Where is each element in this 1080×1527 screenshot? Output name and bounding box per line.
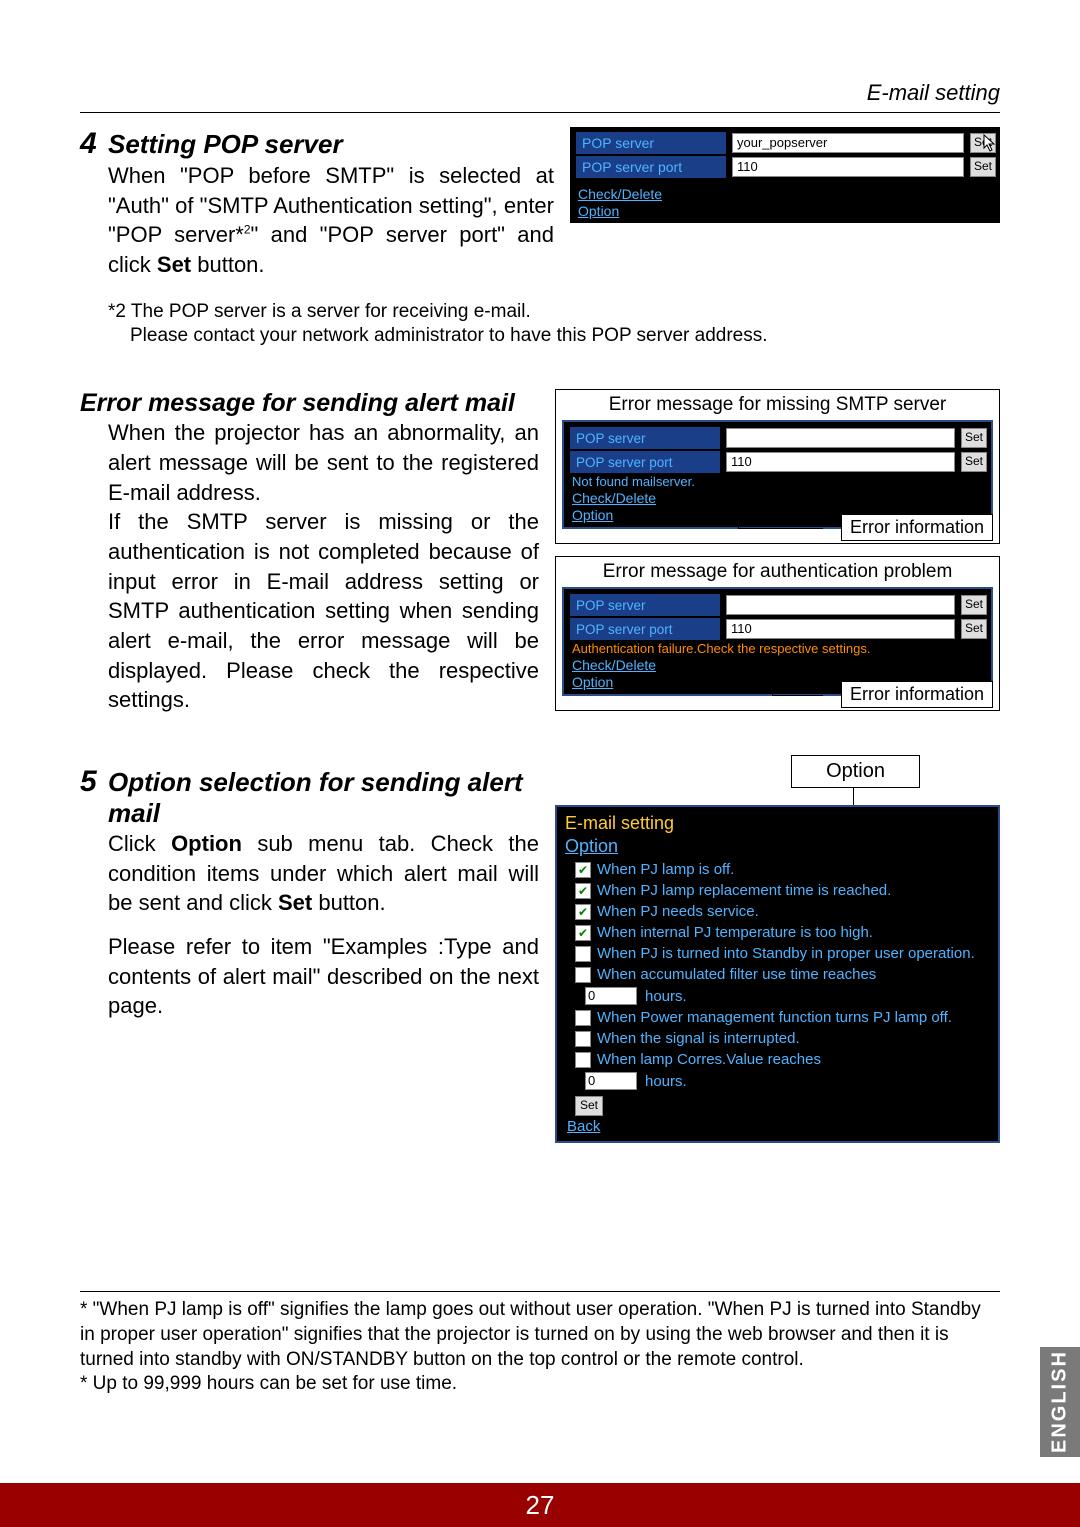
option-panel-hd1: E-mail setting — [565, 813, 990, 834]
option-panel-hd2: Option — [565, 836, 990, 857]
pop-server-input[interactable]: your_popserver — [732, 133, 964, 153]
fig-missing-smtp: Error message for missing SMTP server PO… — [555, 389, 1000, 544]
step5-p2: Please refer to item "Examples :Type and… — [108, 932, 539, 1021]
checkbox-icon[interactable] — [575, 967, 591, 983]
pop-port-label: POP server port — [570, 618, 720, 640]
option-item-label: When accumulated filter use time reaches — [597, 966, 876, 983]
pop-server-label: POP server — [576, 132, 726, 154]
error-p1: When the projector has an abnormality, a… — [108, 418, 539, 507]
error-p2: If the SMTP server is missing or the aut… — [108, 507, 539, 715]
page-number: 27 — [0, 1483, 1080, 1527]
pop-server-label: POP server — [570, 427, 720, 449]
pop-server-input[interactable] — [726, 595, 955, 615]
option-panel: E-mail setting Option ✔ When PJ lamp is o… — [555, 805, 1000, 1143]
pop-port-input[interactable]: 110 — [732, 157, 964, 177]
option-item[interactable]: ✔ When internal PJ temperature is too hig… — [565, 922, 990, 943]
checkbox-icon[interactable] — [575, 946, 591, 962]
step5-p1: Click Option sub menu tab. Check the con… — [108, 829, 539, 918]
option-item-label: When PJ is turned into Standby in proper… — [597, 945, 975, 962]
option-link[interactable]: Option — [576, 202, 996, 219]
hours-label: hours. — [645, 988, 687, 1005]
step5-block: 5 Option selection for sending alert mai… — [80, 765, 1000, 1143]
error-section-title: Error message for sending alert mail — [80, 389, 539, 418]
fig2-caption: Error message for authentication problem — [562, 561, 993, 583]
pop-server-panel: POP server your_popserver Set POP server… — [570, 127, 1000, 223]
lamp-hours-input[interactable]: 0 — [585, 1072, 637, 1090]
hours-label: hours. — [645, 1073, 687, 1090]
error-text: Not found mailserver. — [570, 474, 987, 489]
checkbox-icon[interactable] — [575, 1010, 591, 1026]
step4-note: *2 The POP server is a server for receiv… — [108, 300, 1000, 349]
option-item-label: When the signal is interrupted. — [597, 1030, 800, 1047]
set-button[interactable]: Set — [961, 428, 987, 448]
option-item-label: When Power management function turns PJ … — [597, 1009, 952, 1026]
set-button[interactable]: Set — [970, 133, 996, 153]
error-section: Error message for sending alert mail Whe… — [80, 389, 1000, 715]
option-item-label: When PJ lamp is off. — [597, 861, 734, 878]
option-item[interactable]: When PJ is turned into Standby in proper… — [565, 943, 990, 964]
page-content: E-mail setting 4 Setting POP server When… — [80, 80, 1000, 1467]
pop-server-input[interactable] — [726, 428, 955, 448]
step4-block: 4 Setting POP server When "POP before SM… — [80, 127, 1000, 280]
checkbox-icon[interactable] — [575, 1052, 591, 1068]
check-delete-link[interactable]: Check/Delete — [576, 185, 996, 202]
fig1-caption: Error message for missing SMTP server — [562, 394, 993, 416]
error-info-callout: Error information — [841, 514, 993, 541]
pop-server-label: POP server — [570, 594, 720, 616]
step4-body: When "POP before SMTP" is selected at "A… — [108, 161, 554, 280]
set-button[interactable]: Set — [961, 619, 987, 639]
option-tab-wrap: Option E-mail setting Option ✔ When PJ la… — [555, 765, 1000, 1143]
callout-line — [772, 673, 823, 696]
checkbox-icon[interactable]: ✔ — [575, 883, 591, 899]
option-item[interactable]: ✔ When PJ lamp is off. — [565, 859, 990, 880]
option-item[interactable]: When the signal is interrupted. — [565, 1028, 990, 1049]
check-delete-link[interactable]: Check/Delete — [570, 656, 987, 673]
checkbox-icon[interactable]: ✔ — [575, 904, 591, 920]
option-item[interactable]: When accumulated filter use time reaches — [565, 964, 990, 985]
language-tab: ENGLISH — [1040, 1347, 1080, 1457]
set-button[interactable]: Set — [961, 595, 987, 615]
pop-port-label: POP server port — [576, 156, 726, 178]
pop-port-input[interactable]: 110 — [726, 619, 955, 639]
filter-hours-input[interactable]: 0 — [585, 987, 637, 1005]
footnote-star2: *2 The POP server is a server for receiv… — [108, 300, 1000, 325]
error-text: Authentication failure.Check the respect… — [570, 641, 987, 656]
step-title: Option selection for sending alert mail — [108, 767, 539, 829]
option-item-label: When PJ needs service. — [597, 903, 759, 920]
back-link[interactable]: Back — [565, 1116, 990, 1135]
option-item[interactable]: ✔ When PJ needs service. — [565, 901, 990, 922]
running-header: E-mail setting — [80, 80, 1000, 113]
hours-row: 0 hours. — [565, 985, 990, 1007]
checkbox-icon[interactable]: ✔ — [575, 925, 591, 941]
checkbox-icon[interactable] — [575, 1031, 591, 1047]
set-button[interactable]: Set — [575, 1096, 603, 1116]
footnote-1: * "When PJ lamp is off" signifies the la… — [80, 1298, 1000, 1372]
step5-heading: 5 Option selection for sending alert mai… — [80, 765, 539, 829]
step4-heading: 4 Setting POP server — [80, 127, 554, 161]
check-delete-link[interactable]: Check/Delete — [570, 489, 987, 506]
option-item[interactable]: When lamp Corres.Value reaches — [565, 1049, 990, 1070]
set-button[interactable]: Set — [970, 157, 996, 177]
fig-auth-problem: Error message for authentication problem… — [555, 556, 1000, 711]
hours-row: 0 hours. — [565, 1070, 990, 1092]
footnote-star2-sub: Please contact your network administrato… — [130, 324, 1000, 349]
option-tab-callout: Option — [791, 755, 920, 788]
set-button[interactable]: Set — [961, 452, 987, 472]
step-number: 4 — [80, 127, 108, 161]
option-item[interactable]: ✔ When PJ lamp replacement time is reache… — [565, 880, 990, 901]
option-item-label: When internal PJ temperature is too high… — [597, 924, 873, 941]
option-item-label: When PJ lamp replacement time is reached… — [597, 882, 891, 899]
error-info-callout: Error information — [841, 681, 993, 708]
footnotes: * "When PJ lamp is off" signifies the la… — [80, 1291, 1000, 1397]
pop-port-input[interactable]: 110 — [726, 452, 955, 472]
footnote-2: * Up to 99,999 hours can be set for use … — [80, 1372, 1000, 1397]
callout-line — [738, 506, 823, 529]
checkbox-icon[interactable]: ✔ — [575, 862, 591, 878]
pop-port-label: POP server port — [570, 451, 720, 473]
step-title: Setting POP server — [108, 129, 343, 160]
option-item-label: When lamp Corres.Value reaches — [597, 1051, 821, 1068]
step-number: 5 — [80, 765, 108, 799]
option-item[interactable]: When Power management function turns PJ … — [565, 1007, 990, 1028]
